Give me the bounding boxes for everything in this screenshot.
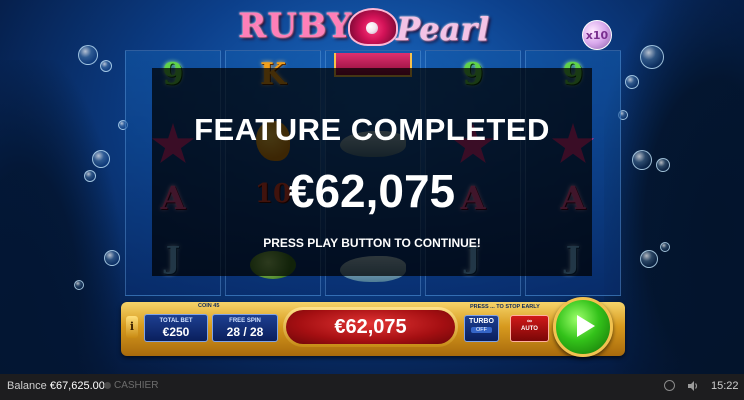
dialog-title: FEATURE COMPLETED xyxy=(194,112,550,147)
multiplier-badge: x10 xyxy=(582,20,612,50)
dialog-instruction: PRESS PLAY BUTTON TO CONTINUE! xyxy=(263,236,481,250)
bubble xyxy=(640,250,658,268)
cashier-label: CASHIER xyxy=(114,380,159,391)
turbo-state: OFF xyxy=(471,327,492,333)
info-button[interactable]: i xyxy=(126,316,138,338)
win-display: €62,075 xyxy=(283,307,458,347)
bubble xyxy=(640,45,664,69)
balance-value: €67,625.00 xyxy=(49,380,105,392)
status-bar: Balance €67,625.00 CASHIER 15:22 xyxy=(0,374,744,400)
cashier-icon xyxy=(104,381,111,389)
bubble xyxy=(74,280,84,290)
logo-word-pearl: Pearl xyxy=(396,10,490,48)
autoplay-label: AUTO xyxy=(521,326,538,332)
autoplay-count: ∞ xyxy=(527,318,532,325)
bubble xyxy=(656,158,670,172)
balance: Balance €67,625.00 xyxy=(7,380,105,392)
cashier-button[interactable]: CASHIER xyxy=(104,380,158,391)
total-bet-value: €250 xyxy=(162,325,190,339)
total-bet-box: TOTAL BET €250 xyxy=(144,314,208,342)
history-icon[interactable] xyxy=(664,380,675,391)
win-amount: €62,075 xyxy=(286,310,455,344)
feature-completed-dialog: FEATURE COMPLETED €62,075 PRESS PLAY BUT… xyxy=(152,68,592,276)
bubble xyxy=(104,250,120,266)
coral-silhouette-left xyxy=(0,60,120,374)
bubble xyxy=(632,150,652,170)
sound-icon[interactable] xyxy=(687,380,699,392)
bubble xyxy=(78,45,98,65)
play-button[interactable] xyxy=(553,297,613,357)
free-spin-box: FREE SPIN 28 / 28 xyxy=(212,314,278,342)
free-spin-value: 28 / 28 xyxy=(226,325,264,339)
pearl-shell-icon xyxy=(348,8,398,46)
bubble xyxy=(100,60,112,72)
bubble xyxy=(84,170,96,182)
coral-silhouette-right xyxy=(604,0,744,374)
coin-label: COIN 45 xyxy=(198,303,220,309)
game-stage: RUBY Pearl x10 9 A J K 10 9 A J xyxy=(0,0,744,374)
bubble xyxy=(625,75,639,89)
dialog-win-amount: €62,075 xyxy=(288,165,456,217)
logo-word-ruby: RUBY xyxy=(238,6,353,46)
clock-time: 15:22 xyxy=(711,380,739,392)
bubble xyxy=(92,150,110,168)
bubble xyxy=(660,242,670,252)
balance-label: Balance xyxy=(7,380,47,392)
game-logo: RUBY Pearl xyxy=(238,4,508,50)
stop-early-label: PRESS ... TO STOP EARLY xyxy=(470,304,540,310)
autoplay-button[interactable]: ∞ AUTO xyxy=(510,315,549,342)
turbo-label: TURBO xyxy=(469,318,494,325)
turbo-toggle[interactable]: TURBO OFF xyxy=(464,315,499,342)
